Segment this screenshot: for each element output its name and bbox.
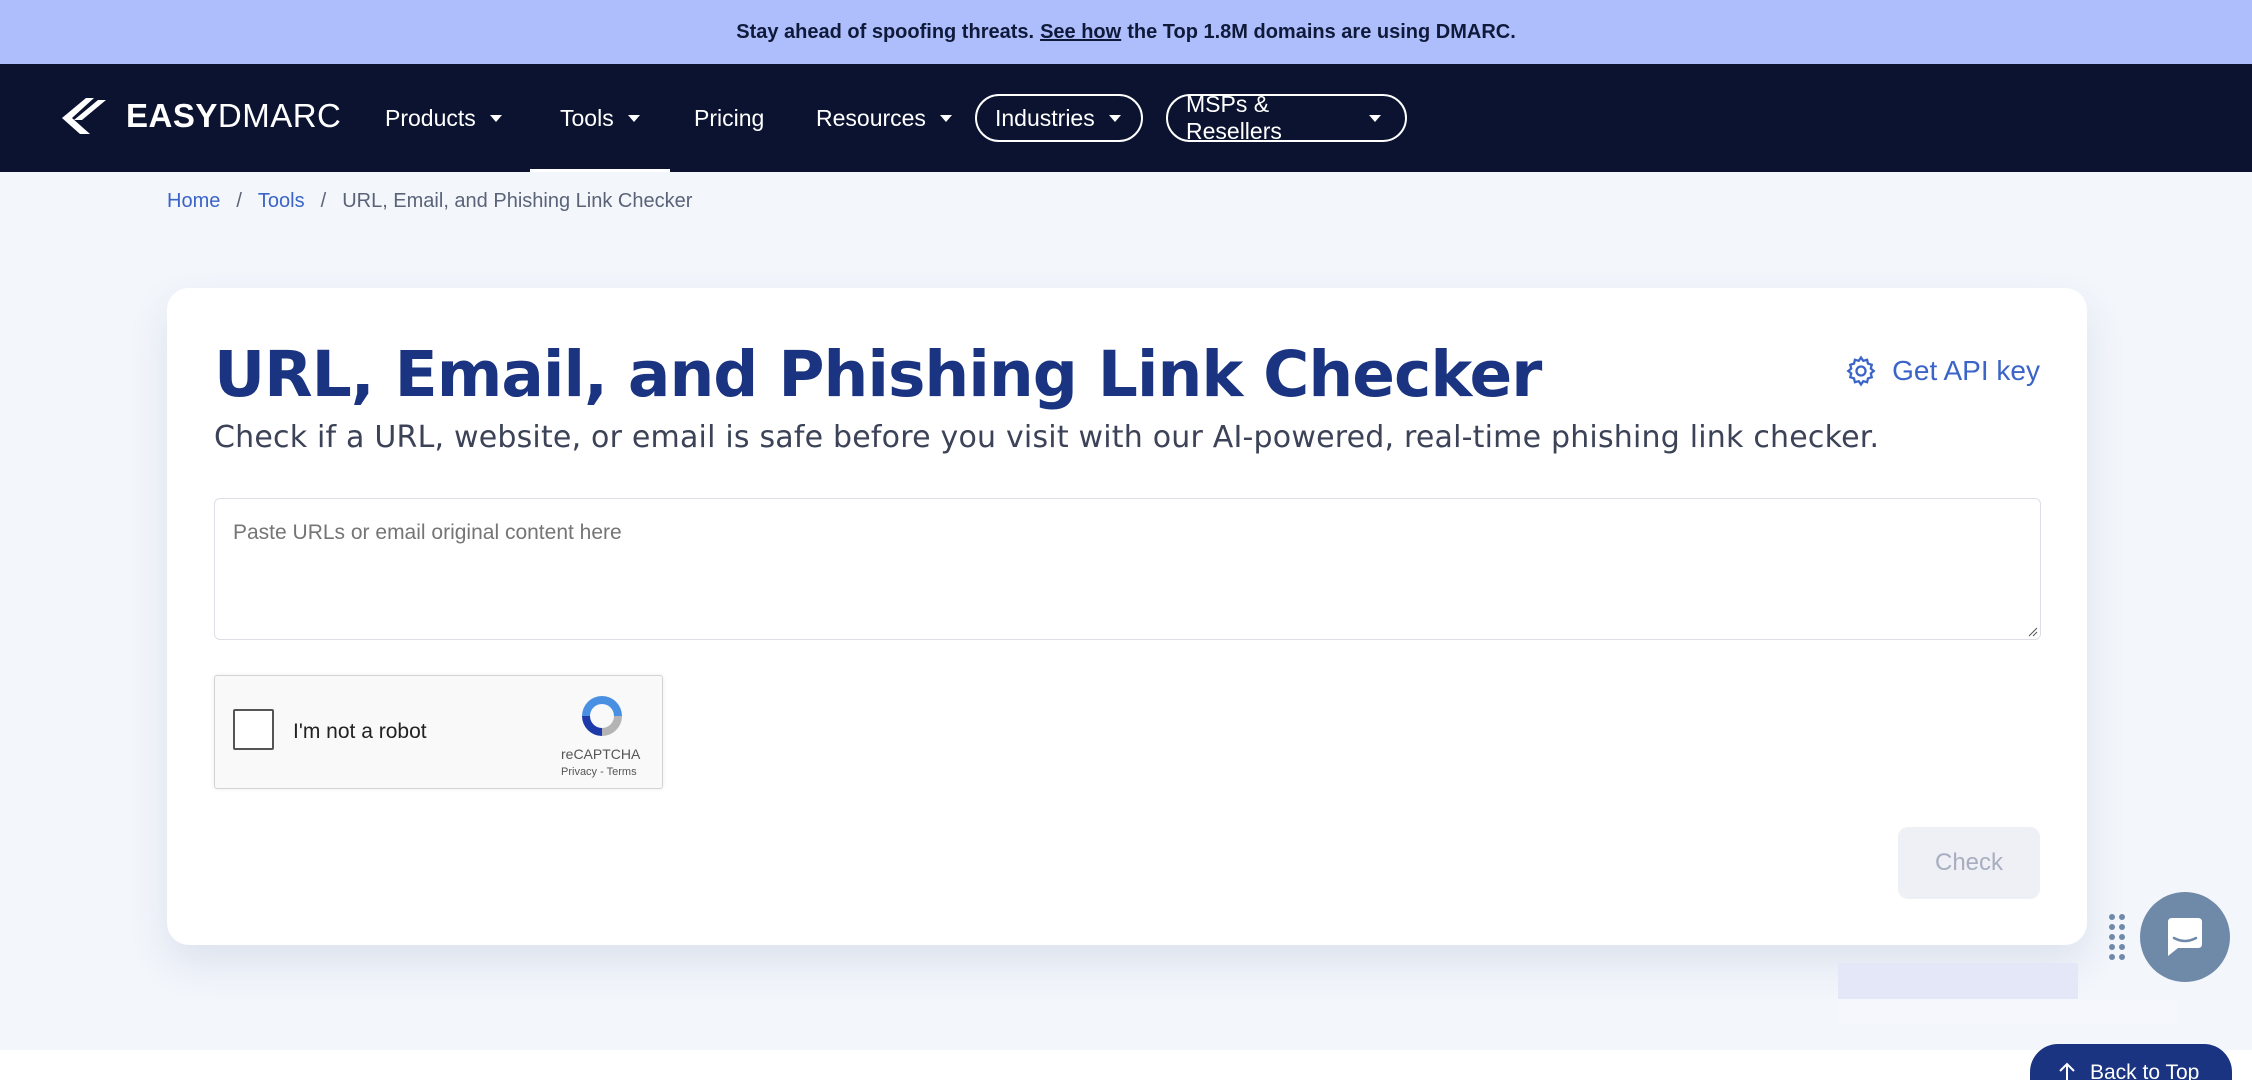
nav-industries-label: Industries bbox=[995, 104, 1095, 131]
nav-tools-label: Tools bbox=[560, 104, 614, 131]
back-to-top-label: Back to Top bbox=[2090, 1061, 2200, 1080]
nav-pricing[interactable]: Pricing bbox=[694, 64, 764, 172]
nav-resources[interactable]: Resources bbox=[816, 64, 952, 172]
background-panel bbox=[1838, 999, 2178, 1025]
breadcrumb-current: URL, Email, and Phishing Link Checker bbox=[342, 190, 693, 212]
chevron-down-icon bbox=[1108, 114, 1121, 122]
recaptcha-checkbox[interactable] bbox=[233, 709, 274, 750]
nav-tools[interactable]: Tools bbox=[530, 64, 670, 172]
nav-products[interactable]: Products bbox=[385, 64, 502, 172]
nav-industries[interactable]: Industries bbox=[975, 94, 1143, 142]
recaptcha-widget: I'm not a robot reCAPTCHA Privacy - Term… bbox=[214, 675, 663, 789]
get-api-key-link[interactable]: Get API key bbox=[1844, 354, 2040, 388]
get-api-key-label: Get API key bbox=[1892, 355, 2040, 386]
banner-text-after: the Top 1.8M domains are using DMARC. bbox=[1127, 20, 1516, 43]
chevron-down-icon bbox=[627, 114, 640, 122]
back-to-top-button[interactable]: Back to Top bbox=[2030, 1044, 2232, 1080]
nav-pricing-label: Pricing bbox=[694, 104, 765, 131]
promo-banner: Stay ahead of spoofing threats. See how … bbox=[0, 0, 2252, 64]
drag-handle-icon[interactable] bbox=[2107, 913, 2127, 963]
page-subtitle: Check if a URL, website, or email is saf… bbox=[214, 420, 1880, 455]
background-panel bbox=[1838, 963, 2078, 999]
breadcrumb-home[interactable]: Home bbox=[167, 190, 220, 213]
arrow-up-icon bbox=[2059, 1062, 2075, 1080]
breadcrumb: Home / Tools / URL, Email, and Phishing … bbox=[167, 190, 692, 213]
gear-icon bbox=[1846, 355, 1876, 387]
breadcrumb-separator: / bbox=[236, 190, 242, 212]
easydmarc-logo[interactable]: EASYDMARC bbox=[60, 94, 341, 138]
logo-text: EASYDMARC bbox=[126, 97, 342, 134]
footer-edge bbox=[0, 1050, 2252, 1080]
logo-mark-icon bbox=[62, 98, 106, 134]
chat-bubble-icon bbox=[2168, 918, 2202, 956]
nav-msps-label: MSPs & Resellers bbox=[1186, 91, 1282, 144]
breadcrumb-separator: / bbox=[320, 190, 327, 212]
checker-card: URL, Email, and Phishing Link Checker Ch… bbox=[167, 288, 2087, 945]
recaptcha-logo-icon bbox=[582, 696, 622, 736]
recaptcha-label: I'm not a robot bbox=[293, 720, 427, 743]
check-button[interactable]: Check bbox=[1898, 827, 2040, 899]
chevron-down-icon bbox=[1369, 114, 1381, 122]
chevron-down-icon bbox=[489, 114, 502, 122]
banner-text: Stay ahead of spoofing threats. bbox=[736, 20, 1035, 43]
page: Stay ahead of spoofing threats. See how … bbox=[0, 0, 2252, 1080]
nav-products-label: Products bbox=[385, 104, 476, 131]
nav-resources-label: Resources bbox=[816, 104, 926, 131]
chevron-down-icon bbox=[939, 114, 952, 122]
breadcrumb-tools[interactable]: Tools bbox=[258, 190, 305, 213]
recaptcha-brand: reCAPTCHA bbox=[561, 746, 641, 762]
chat-widget-button[interactable] bbox=[2140, 892, 2230, 982]
recaptcha-privacy-terms[interactable]: Privacy - Terms bbox=[561, 766, 637, 778]
url-content-input[interactable] bbox=[214, 498, 2041, 640]
nav-msps-resellers[interactable]: MSPs & Resellers bbox=[1166, 91, 1407, 144]
resize-grip-icon[interactable] bbox=[2028, 627, 2038, 637]
banner-see-how-link[interactable]: See how bbox=[1040, 21, 1121, 44]
page-title: URL, Email, and Phishing Link Checker bbox=[214, 338, 1542, 411]
